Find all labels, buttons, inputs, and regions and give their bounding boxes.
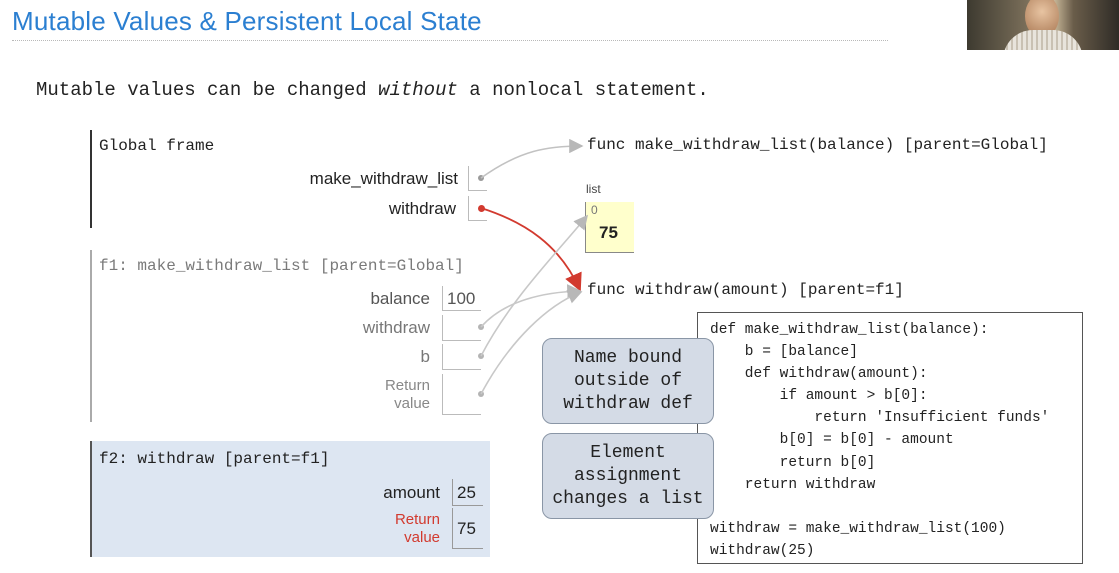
callout-element-assignment: Element assignment changes a list <box>542 433 714 519</box>
code-line: return 'Insufficient funds' <box>814 410 1050 427</box>
code-line: b = [balance] <box>744 344 858 361</box>
code-line: def make_withdraw_list(balance): <box>710 322 989 338</box>
code-line: if amount > b[0]: <box>779 388 928 405</box>
code-line: withdraw = make_withdraw_list(100) <box>710 520 1006 537</box>
code-listing: def make_withdraw_list(balance): b = [ba… <box>697 312 1083 564</box>
arrow-f1-withdraw-to-func <box>480 284 582 328</box>
arrow-f1-b-to-list <box>480 214 589 357</box>
code-line: return b[0] <box>779 454 876 471</box>
code-line: b[0] = b[0] - amount <box>779 432 954 449</box>
arrow-global-make-to-func <box>480 138 584 179</box>
code-text: def make_withdraw_list(balance): b = [ba… <box>710 319 1049 562</box>
code-line: def withdraw(amount): <box>744 366 928 383</box>
arrow-global-withdraw-to-func <box>480 207 582 292</box>
callout-name-bound: Name bound outside of withdraw def <box>542 338 714 424</box>
code-line: withdraw(25) <box>710 542 815 559</box>
code-line: return withdraw <box>744 476 876 493</box>
